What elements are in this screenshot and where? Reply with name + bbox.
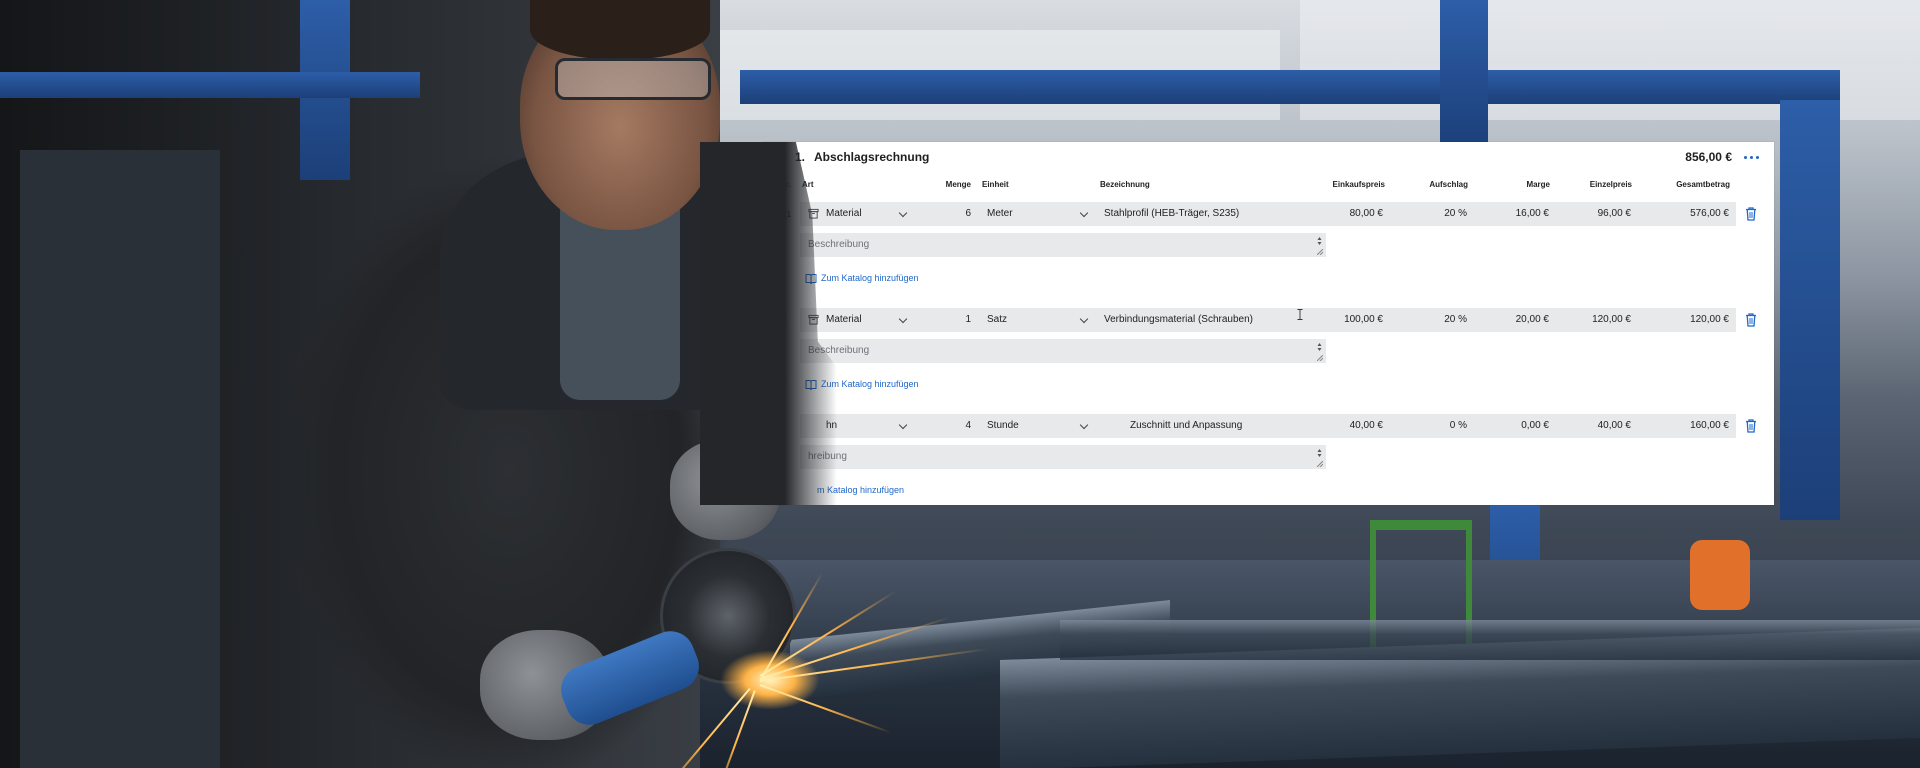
table-row: hn 4 Stunde Zuschnitt und Anpassung 40,0… [763,414,1774,440]
text-cursor-icon [1297,309,1303,320]
spinner-arrows-icon[interactable] [1317,342,1322,352]
description-placeholder: Beschreibung [808,345,870,356]
column-header-einzelpreis: Einzelpreis [1589,180,1632,189]
einheit-select[interactable]: Satz [987,314,1007,325]
einzelpreis-input[interactable]: 40,00 € [1563,420,1631,431]
gesamtbetrag-value: 120,00 € [1690,314,1729,325]
description-textarea[interactable]: Beschreibung [800,233,1326,257]
section-number: 1. [795,150,806,164]
marge-value: 20,00 € [1515,314,1549,325]
bezeichnung-input[interactable]: Zuschnitt und Anpassung [1130,420,1242,431]
column-header-gesamtbetrag: Gesamtbetrag [1676,180,1730,189]
column-header-aufschlag: Aufschlag [1429,180,1468,189]
box-icon [808,208,819,219]
column-header-einheit: Einheit [982,180,1009,189]
table-row: .2 Material 1 Satz Verbindungsmaterial (… [763,308,1774,334]
add-to-catalog-label: m Katalog hinzufügen [817,485,905,495]
einkaufspreis-input[interactable]: 40,00 € [1303,420,1383,431]
einzelpreis-input[interactable]: 120,00 € [1563,314,1631,325]
bezeichnung-input[interactable]: Stahlprofil (HEB-Träger, S235) [1104,208,1239,219]
column-header-bezeichnung: Bezeichnung [1100,180,1150,189]
column-header-einkaufspreis: Einkaufspreis [1332,180,1385,189]
description-placeholder: Beschreibung [808,239,870,250]
menge-input[interactable]: 6 [923,208,971,219]
resize-grip-icon[interactable] [1317,461,1323,467]
description-textarea[interactable]: hreibung [800,445,1326,469]
trash-icon[interactable] [1744,312,1758,328]
resize-grip-icon[interactable] [1317,249,1323,255]
trash-icon[interactable] [1744,418,1758,434]
column-header-nr: Nr. [780,180,791,189]
column-header-art: Art [802,180,814,189]
marge-value: 0,00 € [1521,420,1549,431]
einzelpreis-input[interactable]: 96,00 € [1563,208,1631,219]
aufschlag-input[interactable]: 20 % [1403,208,1467,219]
section-header: 1. Abschlagsrechnung 856,00 € [763,142,1774,172]
einheit-select[interactable]: Stunde [987,420,1019,431]
column-header-menge: Menge [945,180,971,189]
book-icon [805,380,817,390]
gesamtbetrag-value: 576,00 € [1690,208,1729,219]
section-title: Abschlagsrechnung [814,150,930,164]
bezeichnung-input[interactable]: Verbindungsmaterial (Schrauben) [1104,314,1253,325]
box-icon [808,314,819,325]
einkaufspreis-input[interactable]: 80,00 € [1303,208,1383,219]
add-to-catalog-label: Zum Katalog hinzufügen [821,379,919,389]
resize-grip-icon[interactable] [1317,355,1323,361]
art-select[interactable]: Material [826,314,862,325]
einkaufspreis-input[interactable]: 100,00 € [1303,314,1383,325]
description-placeholder: hreibung [808,451,847,462]
aufschlag-input[interactable]: 20 % [1403,314,1467,325]
book-icon [805,274,817,284]
spinner-arrows-icon[interactable] [1317,448,1322,458]
table-row: 1.1 Material 6 Meter Stahlprofil (HEB-Tr… [763,202,1774,228]
row-number: 1.1 [780,210,792,219]
trash-icon[interactable] [1744,206,1758,222]
gesamtbetrag-value: 160,00 € [1690,420,1729,431]
section-total: 856,00 € [1685,150,1732,164]
art-select[interactable]: hn [826,420,837,431]
aufschlag-input[interactable]: 0 % [1403,420,1467,431]
chevron-down-icon[interactable] [775,150,787,162]
add-to-catalog-label: Zum Katalog hinzufügen [821,273,919,283]
row-number: .2 [780,316,787,325]
description-textarea[interactable]: Beschreibung [800,339,1326,363]
more-horizontal-icon[interactable] [1744,156,1762,160]
invoice-section-panel: 1. Abschlagsrechnung 856,00 € Nr. Art Me… [763,142,1774,505]
column-header-marge: Marge [1526,180,1550,189]
art-select[interactable]: Material [826,208,862,219]
spinner-arrows-icon[interactable] [1317,236,1322,246]
marge-value: 16,00 € [1515,208,1549,219]
einheit-select[interactable]: Meter [987,208,1013,219]
menge-input[interactable]: 1 [923,314,971,325]
menge-input[interactable]: 4 [923,420,971,431]
